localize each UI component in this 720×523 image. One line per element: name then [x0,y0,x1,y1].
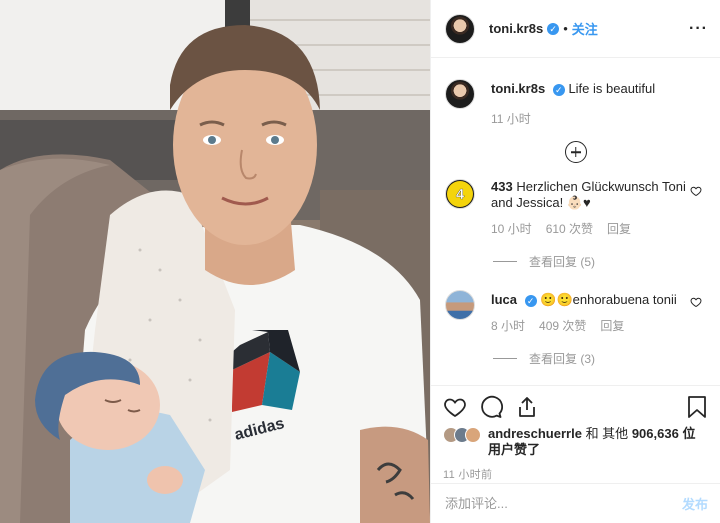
follow-button[interactable]: 关注 [572,19,598,38]
post-photo[interactable]: adidas [0,0,430,523]
likes-summary: andreschuerrle 和 其他 906,636 位用户赞了 [443,426,708,458]
comment-composer: 发布 [431,483,720,523]
comment-avatar-number: 4 [447,181,473,207]
comment-avatar[interactable]: 4 [445,179,475,209]
author-avatar[interactable] [445,13,475,44]
comment-username[interactable]: 433 [491,179,513,194]
verified-badge-icon: ✓ [524,294,537,307]
post-timestamp[interactable]: 11 小时前 [443,466,708,482]
view-replies-label: 查看回复 (3) [529,352,596,366]
likes-and-label: 和 其他 [585,426,629,441]
author-username[interactable]: toni.kr8s [489,21,543,36]
comment-likes[interactable]: 610 次赞 [546,221,593,237]
comment-username[interactable]: luca [491,292,517,307]
load-more-comments-button[interactable] [445,141,706,163]
bookmark-icon[interactable] [686,395,708,419]
first-liker-username[interactable]: andreschuerrle [488,426,582,441]
comment-input[interactable] [445,496,682,511]
liker-avatars [443,427,481,443]
instagram-post: adidas toni.kr8s ✓ • 关注 ··· toni.kr8s ✓ … [0,0,720,523]
view-replies-button[interactable]: 查看回复 (5) [493,253,706,270]
comment-likes[interactable]: 409 次赞 [539,318,586,334]
share-icon[interactable] [515,395,539,419]
caption-username[interactable]: toni.kr8s [491,81,545,96]
comment-icon[interactable] [479,395,503,419]
comment-reply-button[interactable]: 回复 [600,318,624,334]
caption: toni.kr8s ✓ Life is beautiful 11 小时 [445,79,706,127]
plus-circle-icon [564,141,587,163]
comment-like-heart-icon[interactable] [690,296,702,308]
divider-line [493,358,517,359]
verified-badge-icon: ✓ [552,83,565,96]
comment-time[interactable]: 10 小时 [491,221,532,237]
caption-time[interactable]: 11 小时 [491,111,531,127]
comment-avatar[interactable] [445,290,475,320]
more-options-button[interactable]: ··· [689,20,708,38]
post-comment-button[interactable]: 发布 [682,494,708,513]
caption-text: Life is beautiful [568,81,656,96]
likes-count[interactable]: 906,636 [632,426,679,441]
comments-section[interactable]: toni.kr8s ✓ Life is beautiful 11 小时 4 43… [431,59,720,385]
photo-illustration: adidas [0,0,430,523]
comment-like-heart-icon[interactable] [690,185,702,197]
comment-reply-button[interactable]: 回复 [607,221,631,237]
divider-line [493,261,517,262]
view-replies-button[interactable]: 查看回复 (3) [493,350,706,367]
comment-item: 4 433 Herzlichen Glückwunsch Toni and Je… [445,179,706,237]
comment-text: 🙂🙂enhorabuena tonii [540,292,677,307]
header-separator: • [563,21,568,36]
post-side-panel: toni.kr8s ✓ • 关注 ··· toni.kr8s ✓ Life is… [430,0,720,523]
post-actions: andreschuerrle 和 其他 906,636 位用户赞了 11 小时前 [431,385,720,482]
verified-badge-icon: ✓ [547,22,560,35]
comment-time[interactable]: 8 小时 [491,318,525,334]
comment-text: Herzlichen Glückwunsch Toni and Jessica!… [491,179,686,210]
post-header: toni.kr8s ✓ • 关注 ··· [431,0,720,58]
view-replies-label: 查看回复 (5) [529,255,596,269]
heart-icon[interactable] [443,395,467,419]
comment-item: luca ✓ 🙂🙂enhorabuena tonii 8 小时 409 次赞 回… [445,290,706,334]
caption-avatar[interactable] [445,79,475,109]
